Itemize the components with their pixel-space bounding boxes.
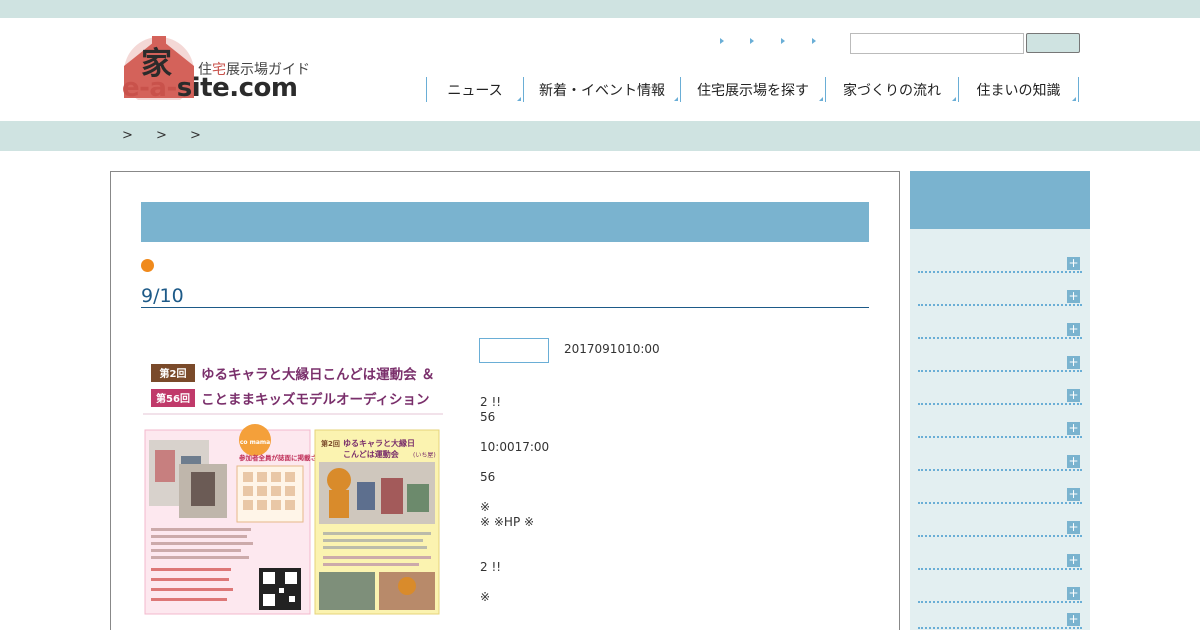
flyer-round56-label: 第56回 [156,392,190,405]
sidebar-item[interactable]: + [918,454,1082,471]
corner-arrow-icon [674,97,678,101]
breadcrumb-separator: > [190,128,201,143]
breadcrumb-separator: > [156,128,167,143]
sidebar-item[interactable]: + [918,256,1082,273]
sidebar-item[interactable]: + [918,421,1082,438]
orange-dot-icon [141,259,154,272]
flyer-round2-label: 第2回 [160,367,187,380]
sidebar-item[interactable]: + [918,586,1082,603]
plus-icon[interactable]: + [1067,455,1080,468]
sidebar-item[interactable]: + [918,289,1082,306]
flyer-inner-round: 第2回 [321,439,340,448]
flyer-title2: ことままキッズモデルオーディション [201,391,430,408]
plus-icon[interactable]: + [1067,554,1080,567]
utility-links [712,38,832,50]
nav-item-events[interactable]: 新着・イベント情報 [523,77,680,102]
nav-item-news[interactable]: ニュース [426,77,523,102]
plus-icon[interactable]: + [1067,422,1080,435]
posted-timestamp: 2017091010:00 [564,342,660,356]
article-date: 9/10 [141,285,184,307]
search-input[interactable] [850,33,1024,54]
article-line: 56 [480,410,496,424]
corner-arrow-icon [952,97,956,101]
triangle-arrow-icon[interactable] [720,38,724,44]
corner-arrow-icon [1072,97,1076,101]
plus-icon[interactable]: + [1067,613,1080,626]
top-band [0,0,1200,18]
nav-item-housing-knowledge[interactable]: 住まいの知識 [958,77,1079,102]
plus-icon[interactable]: + [1067,521,1080,534]
sidebar-item[interactable]: + [918,388,1082,405]
article-line: 2 !! [480,560,502,574]
plus-icon[interactable]: + [1067,257,1080,270]
category-tag[interactable] [479,338,549,363]
sidebar-item[interactable]: + [918,520,1082,537]
plus-icon[interactable]: + [1067,389,1080,402]
article-line: 2 !! [480,395,502,409]
article-line: 10:0017:00 [480,440,550,454]
logo-domain: e-a-site.com [122,73,298,103]
corner-arrow-icon [819,97,823,101]
sidebar-item[interactable]: + [918,322,1082,339]
triangle-arrow-icon[interactable] [781,38,785,44]
article-line: ※ ※HP ※ [480,515,535,529]
corner-arrow-icon [517,97,521,101]
flyer-title1: ゆるキャラと大縁日こんどは運動会 ＆ [201,366,435,383]
flyer-inner-title2: こんどは運動会 [343,449,399,459]
article-panel: 9/10 第2回 ゆるキャラと大縁日こんどは運動会 ＆ 第56回 ことままキッズ… [110,171,900,630]
flyer-inner-title3: (いち屋) [413,452,436,459]
breadcrumb-separator: > [122,128,133,143]
plus-icon[interactable]: + [1067,488,1080,501]
article-line: ※ [480,500,491,514]
triangle-arrow-icon[interactable] [812,38,816,44]
global-nav: ニュース 新着・イベント情報 住宅展示場を探す 家づくりの流れ 住まいの知識 [426,77,1079,102]
triangle-arrow-icon[interactable] [750,38,754,44]
breadcrumb: > > > [0,121,1200,151]
sidebar-item[interactable]: + [918,612,1082,629]
plus-icon[interactable]: + [1067,290,1080,303]
sidebar-item[interactable]: + [918,355,1082,372]
nav-item-find-showroom[interactable]: 住宅展示場を探す [680,77,825,102]
sidebar-item[interactable]: + [918,487,1082,504]
plus-icon[interactable]: + [1067,587,1080,600]
nav-item-building-flow[interactable]: 家づくりの流れ [825,77,958,102]
flyer-inner-title1: ゆるキャラと大縁日 [343,438,415,448]
sidebar-header [910,171,1090,229]
date-underline [141,307,869,308]
plus-icon[interactable]: + [1067,323,1080,336]
site-logo[interactable]: 家 住宅展示場ガイド e-a-site.com [120,32,320,104]
flyer-badge: co mama [240,439,270,446]
sidebar-item[interactable]: + [918,553,1082,570]
article-line: 56 [480,470,496,484]
plus-icon[interactable]: + [1067,356,1080,369]
article-title-bar [141,202,869,242]
article-line: ※ [480,590,491,604]
event-flyer-image[interactable]: 第2回 ゆるキャラと大縁日こんどは運動会 ＆ 第56回 ことままキッズモデルオー… [143,352,443,622]
search-button[interactable] [1026,33,1080,53]
